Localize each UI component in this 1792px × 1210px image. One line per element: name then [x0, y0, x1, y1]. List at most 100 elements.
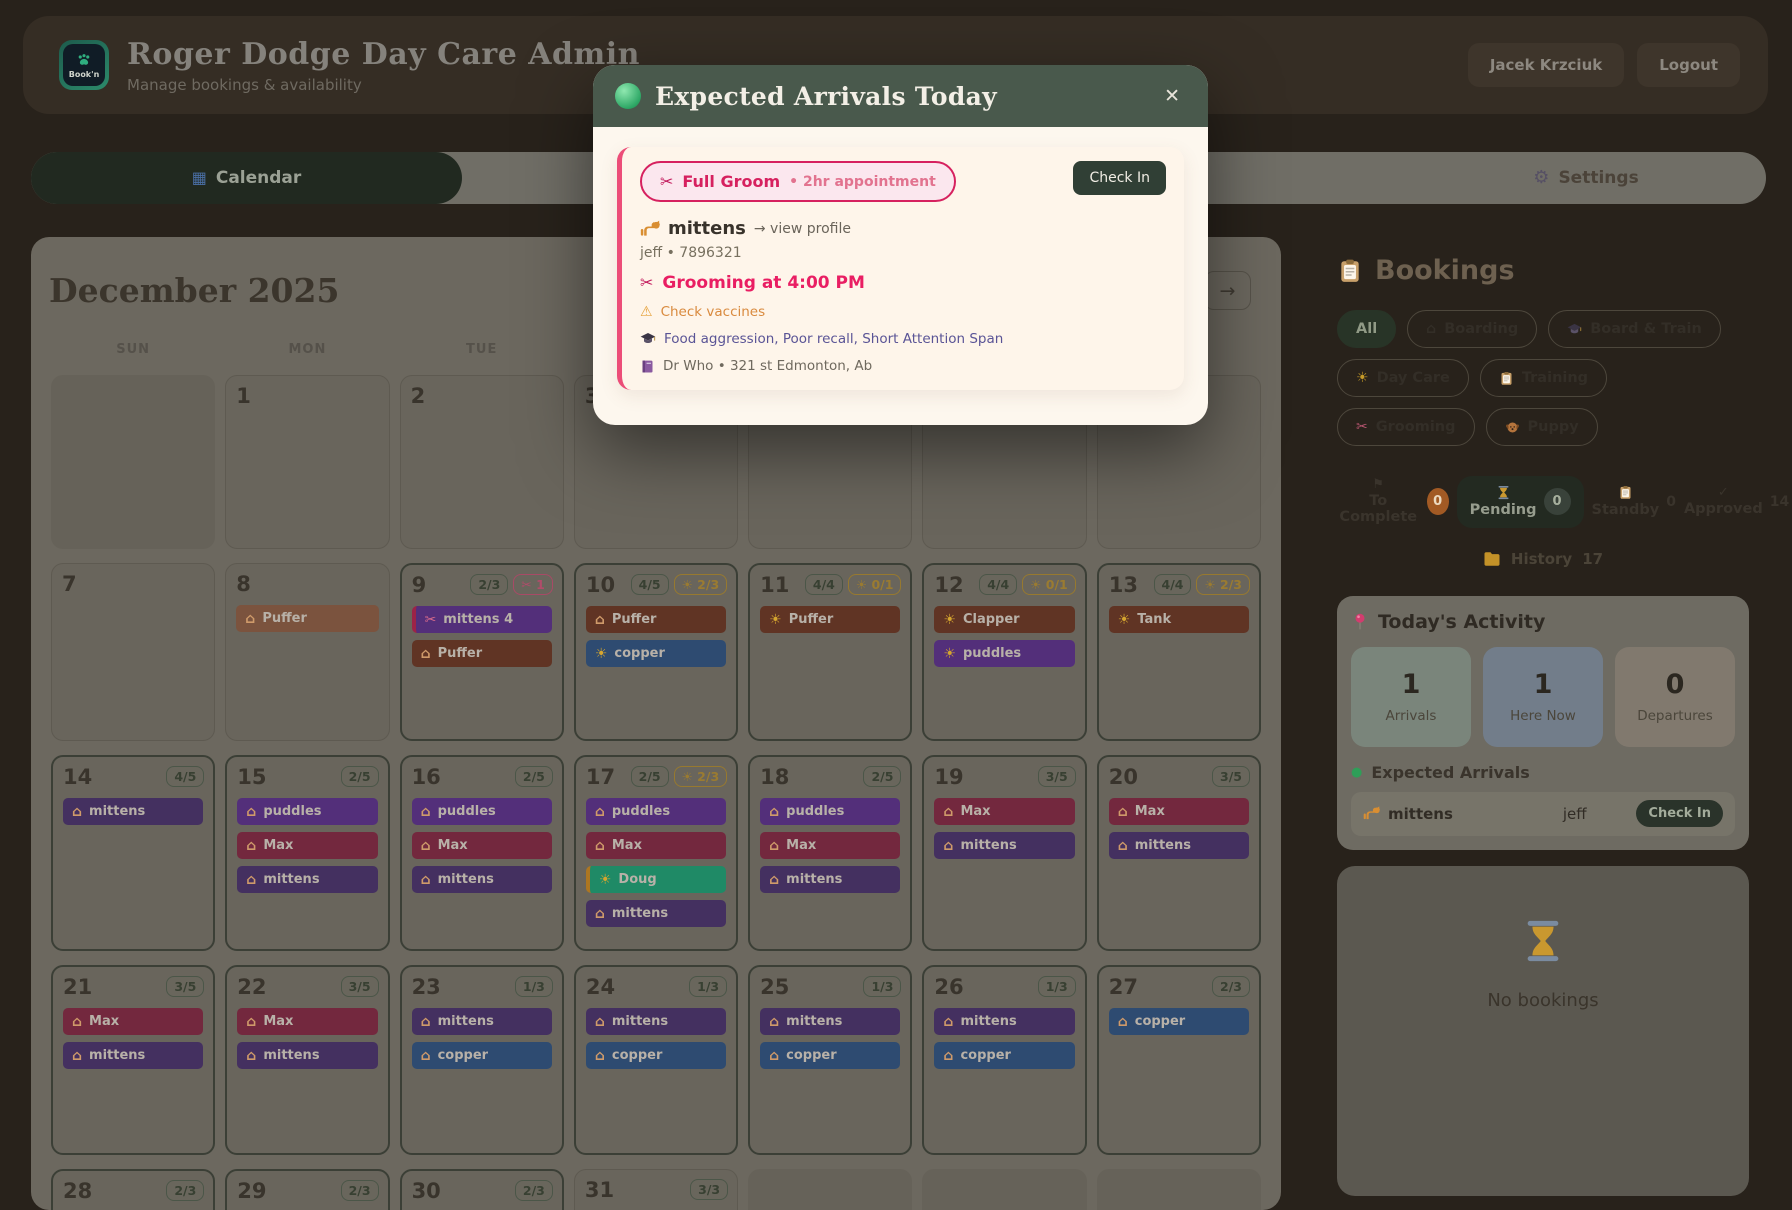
filter-chip-training[interactable]: Training	[1480, 359, 1607, 397]
event-pet-name: Puffer	[789, 612, 834, 627]
status-tab-pending[interactable]: Pending0	[1457, 476, 1584, 528]
tab-settings[interactable]: ⚙ Settings	[1426, 152, 1746, 204]
tab-calendar[interactable]: ▦ Calendar	[31, 152, 462, 204]
day-cell[interactable]: 134/4☀ 2/3☀Tank	[1097, 563, 1261, 741]
event-pill[interactable]: ⌂mittens	[63, 1042, 203, 1069]
day-cell[interactable]: 172/5☀ 2/3⌂puddles⌂Max☀Doug⌂mittens	[574, 755, 738, 951]
filter-chip-day-care[interactable]: ☀Day Care	[1337, 359, 1469, 397]
day-cell[interactable]: 2	[400, 375, 564, 549]
day-cell[interactable]: 282/3⌂copper	[51, 1169, 215, 1210]
event-pill[interactable]: ⌂mittens	[586, 1008, 726, 1035]
day-cell[interactable]: 92/3✂ 1✂mittens 4⌂Puffer	[400, 563, 564, 741]
status-tab-standby[interactable]: Standby0	[1592, 485, 1676, 519]
house-icon: ⌂	[421, 805, 431, 819]
event-pill[interactable]: ☀Puffer	[760, 606, 900, 633]
close-icon[interactable]: ✕	[1158, 84, 1186, 108]
event-pill[interactable]: ⌂Max	[237, 832, 377, 859]
next-month-button[interactable]: →	[1204, 271, 1251, 310]
status-tab-to-complete[interactable]: ⚑To Complete0	[1337, 478, 1449, 526]
day-badges: 1/3	[515, 976, 553, 997]
day-cell[interactable]: 213/5⌂Max⌂mittens	[51, 965, 215, 1155]
event-pill[interactable]: ⌂Max	[412, 832, 552, 859]
event-pill[interactable]: ⌂Max	[63, 1008, 203, 1035]
day-badges: 2/5☀ 2/3	[631, 766, 728, 787]
event-pill[interactable]: ⌂puddles	[586, 798, 726, 825]
event-pill[interactable]: ⌂copper	[586, 1042, 726, 1069]
event-pill[interactable]: ⌂mittens	[237, 1042, 377, 1069]
event-pill[interactable]: ⌂mittens	[760, 866, 900, 893]
event-pill[interactable]: ⌂mittens	[237, 866, 377, 893]
event-pill[interactable]: ☀Doug	[586, 866, 726, 893]
event-pill[interactable]: ⌂copper	[760, 1042, 900, 1069]
filter-chip-all[interactable]: All	[1337, 310, 1396, 348]
check-in-button[interactable]: Check In	[1073, 161, 1166, 195]
event-pill[interactable]: ⌂Max	[1109, 798, 1249, 825]
gear-icon: ⚙	[1533, 169, 1549, 187]
status-tab-approved[interactable]: ✓Approved14	[1684, 486, 1789, 518]
event-pill[interactable]: ⌂copper	[412, 1042, 552, 1069]
event-pill[interactable]: ⌂puddles	[237, 798, 377, 825]
event-pill[interactable]: ⌂mittens	[1109, 832, 1249, 859]
event-pill[interactable]: ⌂copper	[934, 1042, 1074, 1069]
event-pill[interactable]: ⌂mittens	[934, 832, 1074, 859]
day-cell[interactable]: 241/3⌂mittens⌂copper	[574, 965, 738, 1155]
event-pill[interactable]: ⌂mittens	[63, 798, 203, 825]
filter-chip-grooming[interactable]: ✂Grooming	[1337, 408, 1475, 446]
event-pill[interactable]: ⌂Max	[760, 832, 900, 859]
event-pill[interactable]: ⌂puddles	[760, 798, 900, 825]
day-cell[interactable]: 1	[225, 375, 389, 549]
day-cell[interactable]: 292/3⌂copper	[225, 1169, 389, 1210]
event-pill[interactable]: ⌂copper	[1109, 1008, 1249, 1035]
event-pill[interactable]: ⌂Max	[586, 832, 726, 859]
day-cell[interactable]: 182/5⌂puddles⌂Max⌂mittens	[748, 755, 912, 951]
day-cell[interactable]: 302/3⌂copper	[400, 1169, 564, 1210]
day-cell[interactable]: 251/3⌂mittens⌂copper	[748, 965, 912, 1155]
house-icon: ⌂	[595, 1049, 605, 1063]
filter-chip-puppy[interactable]: Puppy	[1486, 408, 1598, 446]
event-pill[interactable]: ⌂mittens	[412, 866, 552, 893]
day-cell[interactable]: 7	[51, 563, 215, 741]
day-cell[interactable]: 144/5⌂mittens	[51, 755, 215, 951]
filter-chip-boarding[interactable]: ⌂Boarding	[1407, 310, 1537, 348]
event-pill[interactable]: ☀Tank	[1109, 606, 1249, 633]
event-pill[interactable]: ⌂mittens	[586, 900, 726, 927]
event-pill[interactable]: ⌂Max	[934, 798, 1074, 825]
day-cell[interactable]: 193/5⌂Max⌂mittens	[922, 755, 1086, 951]
day-cell[interactable]: 203/5⌂Max⌂mittens	[1097, 755, 1261, 951]
event-pill[interactable]: ⌂mittens	[934, 1008, 1074, 1035]
day-cell[interactable]: 261/3⌂mittens⌂copper	[922, 965, 1086, 1155]
sidebar-check-in-button[interactable]: Check In	[1636, 800, 1723, 827]
event-pill[interactable]: ⌂mittens	[760, 1008, 900, 1035]
day-cell[interactable]: 104/5☀ 2/3⌂Puffer☀copper	[574, 563, 738, 741]
day-badges: 3/5	[1038, 766, 1076, 787]
day-cell[interactable]: 272/3⌂copper	[1097, 965, 1261, 1155]
history-tab[interactable]: History 17	[1337, 550, 1749, 568]
day-cell[interactable]: 231/3⌂mittens⌂copper	[400, 965, 564, 1155]
event-pill[interactable]: ☀puddles	[934, 640, 1074, 667]
filter-chip-board-train[interactable]: Board & Train	[1548, 310, 1721, 348]
day-badges: 3/5	[341, 976, 379, 997]
event-pill[interactable]: ⌂Puffer	[586, 606, 726, 633]
day-cell[interactable]: 124/4☀ 0/1☀Clapper☀puddles	[922, 563, 1086, 741]
event-pill[interactable]: ⌂Max	[237, 1008, 377, 1035]
event-pill[interactable]: ⌂Puffer	[412, 640, 552, 667]
behavior-notes-text: Food aggression, Poor recall, Short Atte…	[664, 331, 1003, 347]
event-pill[interactable]: ⌂Puffer	[236, 605, 378, 632]
day-cell[interactable]: 223/5⌂Max⌂mittens	[225, 965, 389, 1155]
view-profile-link[interactable]: → view profile	[754, 221, 851, 237]
day-cell[interactable]: 162/5⌂puddles⌂Max⌂mittens	[400, 755, 564, 951]
day-cell[interactable]: 114/4☀ 0/1☀Puffer	[748, 563, 912, 741]
book-icon	[640, 359, 655, 374]
day-cell[interactable]: 152/5⌂puddles⌂Max⌂mittens	[225, 755, 389, 951]
event-pill[interactable]: ⌂mittens	[412, 1008, 552, 1035]
event-pet-name: puddles	[786, 804, 844, 819]
pin-icon	[1351, 613, 1369, 631]
event-pill[interactable]: ✂mittens 4	[412, 606, 552, 633]
event-pill[interactable]: ☀copper	[586, 640, 726, 667]
event-pill[interactable]: ☀Clapper	[934, 606, 1074, 633]
user-button[interactable]: Jacek Krzciuk	[1468, 43, 1624, 87]
logout-button[interactable]: Logout	[1637, 43, 1740, 87]
event-pill[interactable]: ⌂puddles	[412, 798, 552, 825]
day-cell[interactable]: 313/3	[574, 1169, 738, 1210]
day-cell[interactable]: 8⌂Puffer	[225, 563, 389, 741]
